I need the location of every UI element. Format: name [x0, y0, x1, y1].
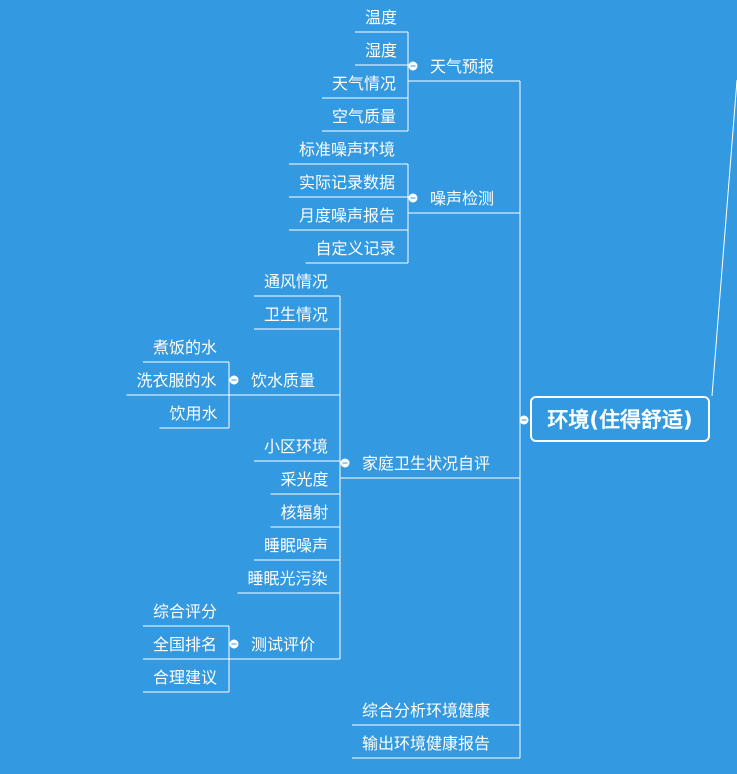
root-collapse-icon[interactable]: [519, 415, 529, 425]
grandchild-topic[interactable]: 洗衣服的水: [137, 371, 217, 391]
child-topic[interactable]: 饮水质量: [251, 371, 315, 391]
branch-collapse-icon[interactable]: [408, 61, 418, 71]
child-topic[interactable]: 自定义记录: [316, 239, 396, 259]
grandchild-topic[interactable]: 煮饭的水: [153, 338, 217, 358]
branch-topic[interactable]: 输出环境健康报告: [362, 734, 490, 754]
mind-map-canvas: 环境(住得舒适) 天气预报 温度湿度天气情况空气质量噪声检测 标准噪声环境 实际记录数…: [0, 0, 737, 774]
child-topic[interactable]: 标准噪声环境: [299, 140, 395, 160]
child-topic[interactable]: 月度噪声报告: [299, 206, 395, 226]
grandchild-topic[interactable]: 综合评分: [153, 602, 217, 622]
child-topic[interactable]: 天气情况: [332, 74, 396, 94]
root-parent-link: [711, 79, 737, 397]
child-topic[interactable]: 小区环境: [264, 437, 328, 457]
child-topic[interactable]: 卫生情况: [264, 305, 328, 325]
child-topic[interactable]: 温度: [365, 8, 397, 28]
child-topic[interactable]: 实际记录数据: [299, 173, 395, 193]
branch-topic[interactable]: 噪声检测: [430, 189, 494, 209]
branch-topic[interactable]: 家庭卫生状况自评: [362, 454, 490, 474]
grandchild-topic[interactable]: 合理建议: [153, 668, 217, 688]
child-topic[interactable]: 通风情况: [264, 272, 328, 292]
child-collapse-icon[interactable]: [229, 639, 239, 649]
child-topic[interactable]: 测试评价: [251, 635, 315, 655]
branch-collapse-icon[interactable]: [408, 193, 418, 203]
child-topic[interactable]: 空气质量: [332, 107, 396, 127]
branch-topic[interactable]: 天气预报: [430, 57, 494, 77]
root-topic[interactable]: 环境(住得舒适): [530, 396, 710, 442]
grandchild-topic[interactable]: 全国排名: [153, 635, 217, 655]
branch-collapse-icon[interactable]: [340, 458, 350, 468]
child-topic[interactable]: 睡眠光污染: [248, 569, 328, 589]
branch-topic[interactable]: 综合分析环境健康: [362, 701, 490, 721]
grandchild-topic[interactable]: 饮用水: [170, 404, 218, 424]
child-topic[interactable]: 睡眠噪声: [264, 536, 328, 556]
child-topic[interactable]: 采光度: [281, 470, 329, 490]
child-topic[interactable]: 核辐射: [281, 503, 329, 523]
child-topic[interactable]: 湿度: [365, 41, 397, 61]
child-collapse-icon[interactable]: [229, 375, 239, 385]
